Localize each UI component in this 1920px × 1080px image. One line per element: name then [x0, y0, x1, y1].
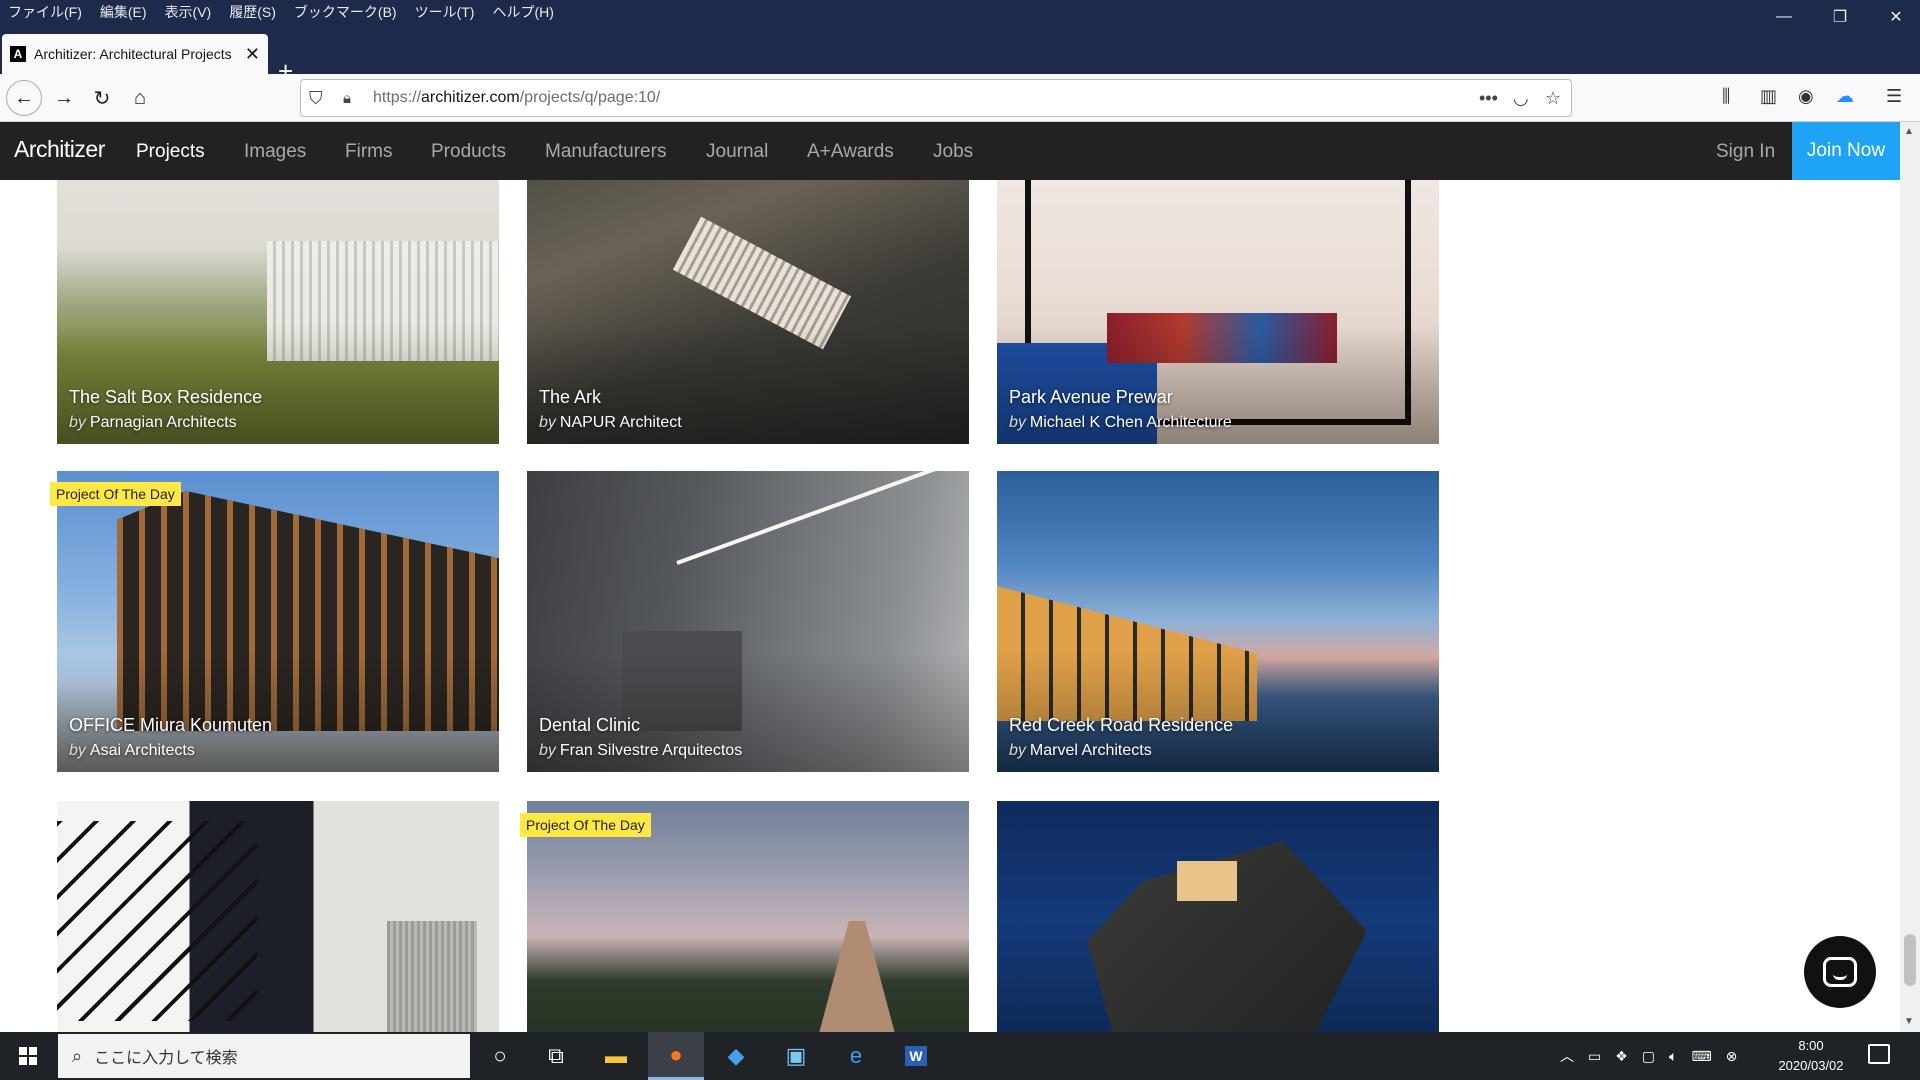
nav-toolbar: ← → ↻ ⌂ ⛉ 🔒︎ https://architizer.com/proj…: [0, 74, 1920, 122]
tab-strip: A Architizer: Architectural Projects ✕ +: [0, 24, 1920, 84]
menu-bookmarks[interactable]: ブックマーク(B): [294, 2, 397, 22]
menu-help[interactable]: ヘルプ(H): [492, 2, 553, 22]
project-title[interactable]: Red Creek Road Residence: [1009, 715, 1233, 736]
clock-time: 8:00: [1798, 1038, 1824, 1053]
hamburger-menu-icon[interactable]: ☰: [1886, 86, 1902, 107]
ime-icon[interactable]: ⊗: [1726, 1048, 1738, 1065]
menu-edit[interactable]: 編集(E): [100, 2, 147, 22]
internet-explorer-icon[interactable]: e: [828, 1032, 884, 1080]
project-card[interactable]: The Salt Box Residence by Parnagian Archi…: [57, 180, 499, 444]
menu-file[interactable]: ファイル(F): [8, 2, 82, 22]
volume-muted-icon[interactable]: 🔈︎: [1669, 1048, 1677, 1065]
page-actions-icon[interactable]: •••: [1479, 88, 1498, 109]
close-tab-icon[interactable]: ✕: [245, 44, 260, 65]
nav-manufacturers[interactable]: Manufacturers: [545, 141, 666, 163]
nav-jobs[interactable]: Jobs: [933, 141, 973, 163]
scroll-up-icon[interactable]: ▲: [1904, 126, 1914, 137]
lock-icon[interactable]: 🔒︎: [343, 90, 351, 107]
menu-bar: ファイル(F) 編集(E) 表示(V) 履歴(S) ブックマーク(B) ツール(…: [0, 0, 1920, 24]
url-bar[interactable]: ⛉ 🔒︎ https://architizer.com/projects/q/p…: [300, 79, 1572, 117]
mail-app-icon[interactable]: ◆: [708, 1032, 764, 1080]
project-title[interactable]: The Salt Box Residence: [69, 387, 262, 408]
scrollbar-thumb[interactable]: [1904, 934, 1916, 986]
nav-firms[interactable]: Firms: [345, 141, 392, 163]
network-icon[interactable]: ▢: [1642, 1048, 1655, 1065]
lit-window-image: [1177, 861, 1237, 901]
file-explorer-icon[interactable]: ▬: [588, 1032, 644, 1080]
nav-projects[interactable]: Projects: [136, 141, 205, 163]
architizer-logo[interactable]: Architizer: [14, 136, 105, 163]
project-firm[interactable]: by Asai Architects: [69, 742, 195, 760]
architizer-favicon-icon: A: [10, 46, 26, 62]
windows-start-icon[interactable]: [0, 1032, 56, 1080]
project-card[interactable]: [997, 801, 1439, 1032]
bookmark-star-icon[interactable]: ☆: [1545, 88, 1561, 109]
search-icon: ⌕: [72, 1045, 83, 1066]
back-icon[interactable]: ←: [6, 80, 42, 116]
project-firm[interactable]: by Marvel Architects: [1009, 742, 1152, 760]
dropbox-icon[interactable]: ❖: [1615, 1048, 1628, 1065]
project-firm[interactable]: by NAPUR Architect: [539, 414, 682, 432]
account-icon[interactable]: ◉: [1798, 86, 1814, 107]
firefox-icon[interactable]: ●: [648, 1032, 704, 1080]
cortana-icon[interactable]: ○: [472, 1032, 528, 1080]
site-header: Architizer Projects Images Firms Product…: [0, 122, 1900, 180]
taskbar-search-input[interactable]: ⌕ ここに入力して検索: [58, 1034, 470, 1078]
clock-date: 2020/03/02: [1778, 1058, 1844, 1073]
tab-architizer[interactable]: A Architizer: Architectural Projects ✕: [2, 34, 268, 74]
tab-title: Architizer: Architectural Projects: [34, 46, 232, 62]
chat-launcher-button[interactable]: [1804, 936, 1876, 1008]
system-tray: ︿ ▭ ❖ ▢ 🔈︎ ⌨ ⊗: [1560, 1032, 1751, 1080]
sidebar-icon[interactable]: ▥: [1760, 86, 1777, 107]
search-placeholder: ここに入力して検索: [94, 1050, 238, 1067]
nav-products[interactable]: Products: [431, 141, 506, 163]
control-panel-icon[interactable]: ▣: [768, 1032, 824, 1080]
scroll-down-icon[interactable]: ▼: [1904, 1016, 1914, 1027]
project-of-the-day-badge: Project Of The Day: [50, 482, 181, 506]
page-scrollbar[interactable]: ▲ ▼: [1900, 122, 1920, 1032]
word-icon[interactable]: W: [888, 1032, 944, 1080]
nav-journal[interactable]: Journal: [706, 141, 768, 163]
project-title[interactable]: Dental Clinic: [539, 715, 640, 736]
forward-icon[interactable]: →: [46, 80, 82, 116]
notifications-icon[interactable]: [1868, 1044, 1890, 1064]
taskbar: ⌕ ここに入力して検索 ○ ⧉ ▬ ● ◆ ▣ e W ︿ ▭ ❖ ▢ 🔈︎ ⌨…: [0, 1032, 1920, 1080]
join-now-button[interactable]: Join Now: [1792, 122, 1900, 180]
nav-images[interactable]: Images: [244, 141, 306, 163]
menu-view[interactable]: 表示(V): [165, 2, 212, 22]
project-title[interactable]: The Ark: [539, 387, 601, 408]
url-text[interactable]: https://architizer.com/projects/q/page:1…: [373, 89, 660, 107]
project-card[interactable]: The Ark by NAPUR Architect: [527, 180, 969, 444]
taskbar-clock[interactable]: 8:00 2020/03/02: [1768, 1036, 1854, 1076]
project-firm[interactable]: by Fran Silvestre Arquitectos: [539, 742, 742, 760]
project-of-the-day-badge: Project Of The Day: [520, 813, 651, 837]
staircase-image: [57, 821, 257, 1021]
reload-icon[interactable]: ↻: [84, 80, 120, 116]
project-card[interactable]: [57, 801, 499, 1032]
tracking-shield-icon[interactable]: ⛉: [309, 88, 323, 109]
battery-icon[interactable]: ▭: [1588, 1048, 1601, 1065]
library-icon[interactable]: ⫼: [1722, 86, 1730, 107]
chat-icon: [1823, 957, 1857, 987]
project-card[interactable]: OFFICE Miura Koumuten by Asai Architects: [57, 471, 499, 772]
onedrive-cloud-icon[interactable]: ☁: [1836, 86, 1854, 107]
project-card[interactable]: Dental Clinic by Fran Silvestre Arquitect…: [527, 471, 969, 772]
project-firm[interactable]: by Michael K Chen Architecture: [1009, 414, 1232, 432]
sign-in-link[interactable]: Sign In: [1716, 141, 1775, 163]
project-card[interactable]: Park Avenue Prewar by Michael K Chen Arch…: [997, 180, 1439, 444]
nav-aawards[interactable]: A+Awards: [807, 141, 894, 163]
project-grid: The Salt Box Residence by Parnagian Archi…: [0, 180, 1900, 1032]
pocket-icon[interactable]: ◡: [1513, 88, 1529, 109]
project-firm[interactable]: by Parnagian Architects: [69, 414, 237, 432]
project-card[interactable]: Red Creek Road Residence by Marvel Archit…: [997, 471, 1439, 772]
menu-history[interactable]: 履歴(S): [229, 2, 276, 22]
home-icon[interactable]: ⌂: [122, 80, 158, 116]
task-view-icon[interactable]: ⧉: [528, 1032, 584, 1080]
menu-tools[interactable]: ツール(T): [415, 2, 475, 22]
keyboard-icon[interactable]: ⌨: [1691, 1048, 1711, 1065]
fireplace-image: [387, 921, 477, 1032]
project-title[interactable]: OFFICE Miura Koumuten: [69, 715, 272, 736]
project-title[interactable]: Park Avenue Prewar: [1009, 387, 1173, 408]
show-hidden-icons-icon[interactable]: ︿: [1560, 1046, 1574, 1066]
